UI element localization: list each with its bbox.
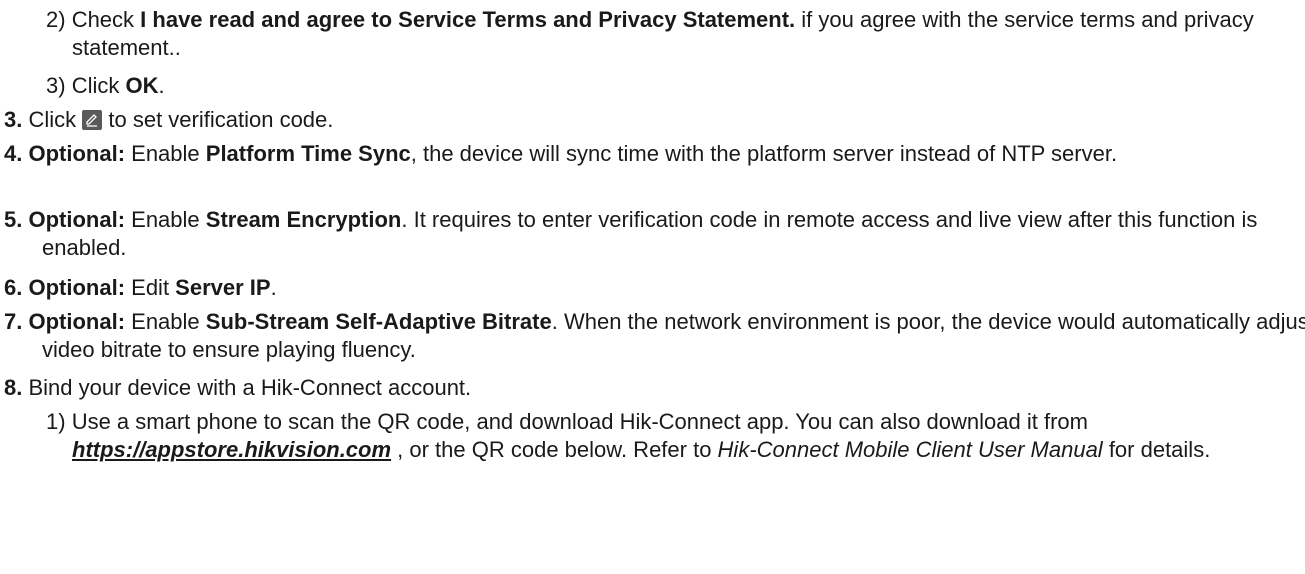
step-5: 5. Optional: Enable Stream Encryption. I… bbox=[4, 206, 1305, 262]
step-text: Edit bbox=[125, 275, 176, 300]
manual-title: Hik-Connect Mobile Client User Manual bbox=[717, 437, 1103, 462]
substep-text: for details. bbox=[1102, 437, 1211, 462]
ok-button-label: OK bbox=[125, 73, 159, 98]
step-number: 7. bbox=[4, 309, 23, 334]
adaptive-bitrate-label: Sub-Stream Self-Adaptive Bitrate bbox=[205, 309, 552, 334]
step-8: 8. Bind your device with a Hik-Connect a… bbox=[4, 374, 1305, 402]
step-text: to set verification code. bbox=[102, 107, 334, 132]
substep-text: Check bbox=[71, 7, 141, 32]
substep-8-1: 1) Use a smart phone to scan the QR code… bbox=[46, 408, 1305, 464]
substep-text: Click bbox=[71, 73, 126, 98]
step-text: . bbox=[270, 275, 277, 300]
step-text: Click bbox=[28, 107, 83, 132]
optional-label: Optional: bbox=[28, 309, 126, 334]
step-7: 7. Optional: Enable Sub-Stream Self-Adap… bbox=[4, 308, 1305, 364]
substep-3: 3) Click OK. bbox=[46, 72, 1305, 100]
substep-number: 1) bbox=[46, 409, 66, 434]
substep-text: , or the QR code below. Refer to bbox=[391, 437, 718, 462]
stream-encryption-label: Stream Encryption bbox=[205, 207, 402, 232]
platform-time-sync-label: Platform Time Sync bbox=[205, 141, 411, 166]
optional-label: Optional: bbox=[28, 275, 126, 300]
step-text: , the device will sync time with the pla… bbox=[410, 141, 1118, 166]
substep-number: 3) bbox=[46, 73, 66, 98]
substep-2: 2) Check I have read and agree to Servic… bbox=[46, 6, 1305, 62]
step-4: 4. Optional: Enable Platform Time Sync, … bbox=[4, 140, 1305, 168]
step-number: 3. bbox=[4, 107, 23, 132]
substep-number: 2) bbox=[46, 7, 66, 32]
step-number: 6. bbox=[4, 275, 23, 300]
step-text: Enable bbox=[125, 207, 206, 232]
edit-pencil-icon bbox=[82, 110, 103, 130]
appstore-link[interactable]: https://appstore.hikvision.com bbox=[72, 437, 391, 462]
agreement-checkbox-label: I have read and agree to Service Terms a… bbox=[140, 7, 796, 32]
manual-page: 2) Check I have read and agree to Servic… bbox=[0, 0, 1305, 574]
substep-text: Use a smart phone to scan the QR code, a… bbox=[71, 409, 1088, 434]
step-number: 4. bbox=[4, 141, 23, 166]
step-6: 6. Optional: Edit Server IP. bbox=[4, 274, 1305, 302]
step-3: 3. Click to set verification code. bbox=[4, 106, 1305, 134]
substep-text: . bbox=[158, 73, 165, 98]
step-text: Enable bbox=[125, 141, 206, 166]
optional-label: Optional: bbox=[28, 207, 126, 232]
step-number: 8. bbox=[4, 375, 23, 400]
step-text: Bind your device with a Hik-Connect acco… bbox=[28, 375, 472, 400]
step-text: Enable bbox=[125, 309, 206, 334]
optional-label: Optional: bbox=[28, 141, 126, 166]
server-ip-label: Server IP bbox=[175, 275, 271, 300]
step-number: 5. bbox=[4, 207, 23, 232]
